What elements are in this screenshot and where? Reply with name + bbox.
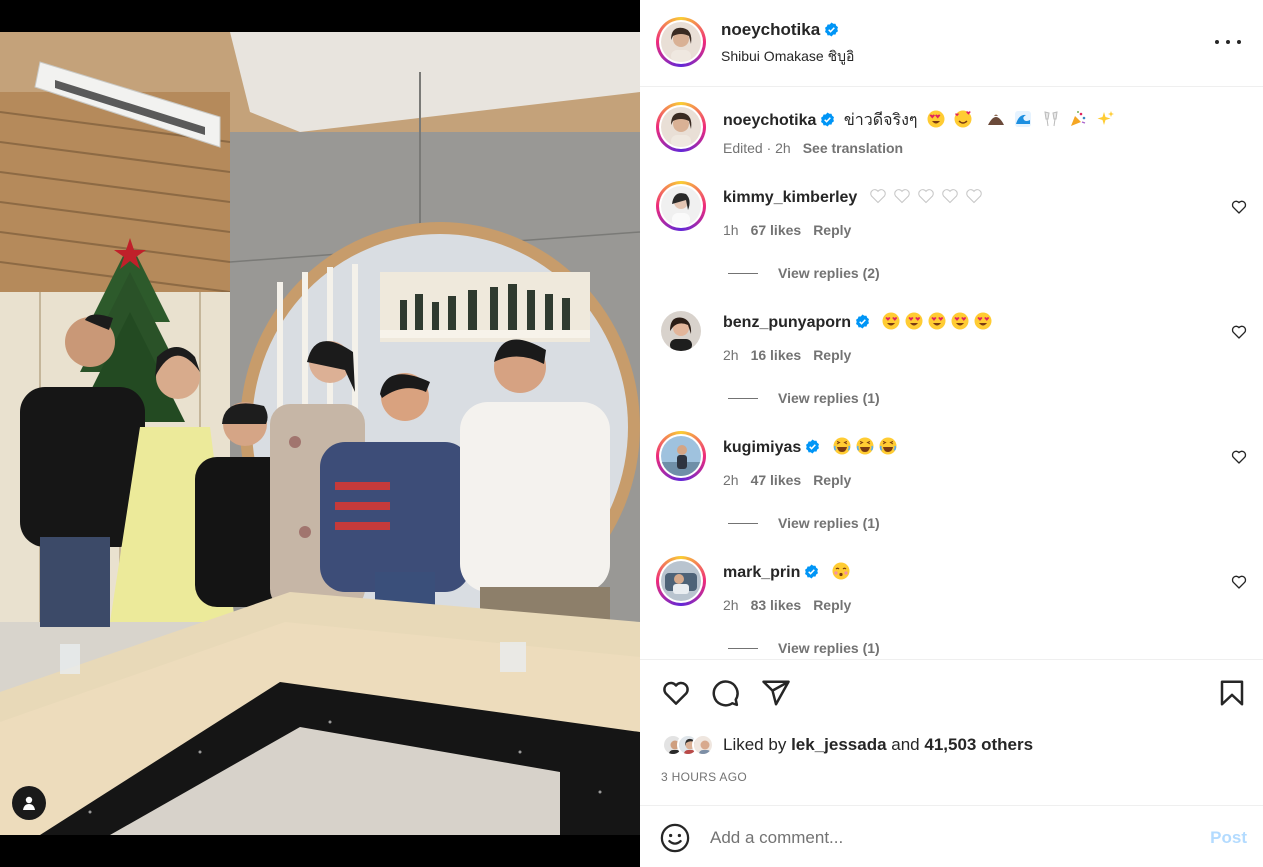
more-icon xyxy=(1215,40,1241,44)
comment-likes[interactable]: 83 likes xyxy=(751,597,802,613)
comment-icon[interactable] xyxy=(710,678,740,708)
heart-icon[interactable] xyxy=(1231,574,1247,590)
heart-icon[interactable] xyxy=(661,678,691,708)
party-popper-emoji-icon xyxy=(1071,111,1086,126)
comment-input[interactable] xyxy=(710,822,1180,854)
wave-emoji-icon xyxy=(1015,111,1032,127)
heart-eyes-emoji-icon xyxy=(974,312,992,330)
verified-icon xyxy=(825,22,839,37)
heart-eyes-emoji-icon xyxy=(928,312,946,330)
reply-button[interactable]: Reply xyxy=(813,597,851,613)
reply-button[interactable]: Reply xyxy=(813,347,851,363)
commenter-avatar[interactable] xyxy=(661,311,701,351)
view-replies-button[interactable]: View replies (2) xyxy=(728,265,880,281)
post-location[interactable]: Shibui Omakase ชิบูอิ xyxy=(721,46,854,68)
white-heart-emoji-icon xyxy=(966,189,982,204)
mountain-emoji-icon xyxy=(987,114,1004,125)
white-heart-emoji-icon xyxy=(918,189,934,204)
view-replies-button[interactable]: View replies (1) xyxy=(728,515,880,531)
group-photo-illustration xyxy=(0,32,640,835)
heart-icon[interactable] xyxy=(1231,324,1247,340)
laughing-emoji-icon xyxy=(833,437,851,455)
laughing-emoji-icon xyxy=(856,437,874,455)
comment-likes[interactable]: 47 likes xyxy=(751,472,802,488)
comment-likes[interactable]: 16 likes xyxy=(751,347,802,363)
author-username[interactable]: noeychotika xyxy=(721,20,820,39)
verified-icon xyxy=(806,439,820,454)
liker-avatar xyxy=(692,734,714,756)
post-comment-button[interactable]: Post xyxy=(1210,828,1247,848)
caption-text: ข่าวดีจริงๆ xyxy=(843,112,918,129)
add-comment-bar: Post xyxy=(640,805,1263,867)
post-actions: Liked by lek_jessada and 41,503 others 3… xyxy=(640,659,1263,804)
user-tag-icon xyxy=(23,796,35,810)
commenter-avatar[interactable] xyxy=(656,556,706,606)
likes-count[interactable]: 41,503 others xyxy=(924,735,1033,754)
laughing-emoji-icon xyxy=(879,437,897,455)
comment-time: 2h xyxy=(723,597,739,613)
bookmark-icon[interactable] xyxy=(1217,678,1247,708)
smile-icon[interactable] xyxy=(660,823,690,853)
clinking-glasses-emoji-icon xyxy=(1044,111,1058,127)
more-options-button[interactable] xyxy=(1215,32,1241,52)
comments-list[interactable]: noeychotika ข่าวดีจริงๆ Edited · 2h See t… xyxy=(640,88,1263,658)
comment-likes[interactable]: 67 likes xyxy=(751,222,802,238)
heart-eyes-emoji-icon xyxy=(951,312,969,330)
share-icon[interactable] xyxy=(761,678,791,708)
comment-time: 1h xyxy=(723,222,739,238)
comment-time: 2h xyxy=(723,347,739,363)
heart-icon[interactable] xyxy=(1231,449,1247,465)
commenter-avatar[interactable] xyxy=(656,431,706,481)
kissing-emoji-icon xyxy=(832,562,850,580)
liked-by-conj: and xyxy=(891,735,920,754)
caption-avatar[interactable] xyxy=(656,102,706,152)
comment-time: 2h xyxy=(723,472,739,488)
liked-by: Liked by lek_jessada and 41,503 others xyxy=(662,733,1033,757)
white-heart-emoji-icon xyxy=(942,189,958,204)
user-tag-button[interactable] xyxy=(12,786,46,820)
verified-icon xyxy=(856,314,869,329)
liked-by-user[interactable]: lek_jessada xyxy=(791,735,886,754)
commenter-avatar[interactable] xyxy=(656,181,706,231)
liked-by-prefix: Liked by xyxy=(723,735,787,754)
comment-username[interactable]: kugimiyas xyxy=(723,439,801,456)
view-replies-button[interactable]: View replies (1) xyxy=(728,390,880,406)
sparkles-emoji-icon xyxy=(1097,111,1114,125)
see-translation-link[interactable]: See translation xyxy=(803,140,903,156)
heart-icon[interactable] xyxy=(1231,199,1247,215)
verified-icon xyxy=(821,112,835,127)
white-heart-emoji-icon xyxy=(894,189,910,204)
author-avatar[interactable] xyxy=(656,17,706,67)
post-timestamp[interactable]: 3 HOURS AGO xyxy=(661,770,747,784)
heart-eyes-emoji-icon xyxy=(927,110,945,128)
comment-username[interactable]: mark_prin xyxy=(723,564,800,581)
caption-username[interactable]: noeychotika xyxy=(723,112,816,129)
caption-meta: Edited · 2h xyxy=(723,140,791,156)
view-replies-button[interactable]: View replies (1) xyxy=(728,640,880,656)
verified-icon xyxy=(805,564,819,579)
heart-eyes-emoji-icon xyxy=(905,312,923,330)
comment-username[interactable]: benz_punyaporn xyxy=(723,314,851,331)
reply-button[interactable]: Reply xyxy=(813,472,851,488)
post-media[interactable] xyxy=(0,0,640,867)
post-header: noeychotika Shibui Omakase ชิบูอิ xyxy=(640,0,1263,87)
post-photo[interactable] xyxy=(0,32,640,835)
comment-username[interactable]: kimmy_kimberley xyxy=(723,189,857,206)
heart-eyes-emoji-icon xyxy=(882,312,900,330)
post-sidebar: noeychotika Shibui Omakase ชิบูอิ noeych… xyxy=(640,0,1263,867)
white-heart-emoji-icon xyxy=(870,189,886,204)
hug-hearts-emoji-icon xyxy=(954,110,972,128)
reply-button[interactable]: Reply xyxy=(813,222,851,238)
